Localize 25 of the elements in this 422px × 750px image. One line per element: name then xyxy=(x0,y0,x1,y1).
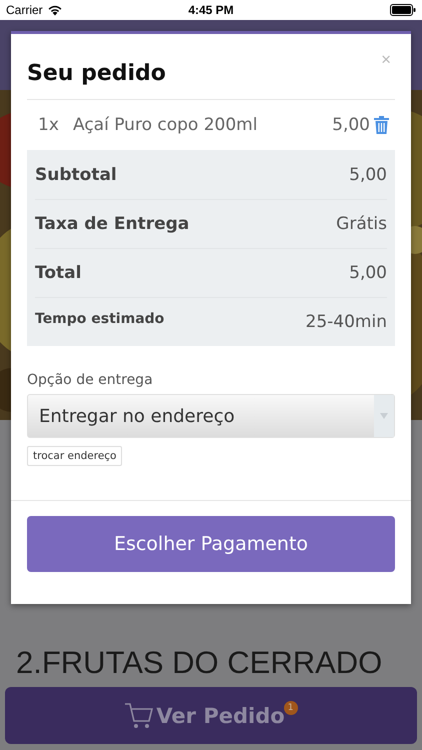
summary-value: 5,00 xyxy=(349,164,387,184)
cart-icon xyxy=(124,702,154,730)
summary-label: Taxa de Entrega xyxy=(35,214,190,234)
summary-value: Grátis xyxy=(336,214,387,234)
summary-label: Subtotal xyxy=(35,164,117,184)
field-label: Opção de entrega xyxy=(27,372,154,388)
item-price: 5,00 xyxy=(332,115,370,135)
count-badge: 1 xyxy=(284,701,298,715)
summary-value: 5,00 xyxy=(349,263,387,283)
status-time: 4:45 PM xyxy=(188,3,234,17)
summary-label: Total xyxy=(35,263,82,283)
battery-icon xyxy=(390,4,416,16)
section-title: 2.FRUTAS DO CERRADO xyxy=(15,645,384,681)
summary-label: Tempo estimado xyxy=(35,311,164,327)
caret-icon xyxy=(380,413,388,419)
choose-payment-button[interactable]: Escolher Pagamento xyxy=(27,516,395,572)
delivery-select[interactable]: Entregar no endereço xyxy=(27,394,395,438)
change-address-button[interactable]: trocar endereço xyxy=(27,446,122,466)
summary-value: 25-40min xyxy=(306,312,387,332)
delete-icon[interactable] xyxy=(374,116,389,134)
wifi-icon xyxy=(46,4,63,16)
item-quantity: 1x xyxy=(38,115,60,135)
dialog-title: Seu pedido xyxy=(27,61,166,86)
carrier-name: Carrier xyxy=(6,3,43,17)
item-name: Açaí Puro copo 200ml xyxy=(73,115,258,135)
